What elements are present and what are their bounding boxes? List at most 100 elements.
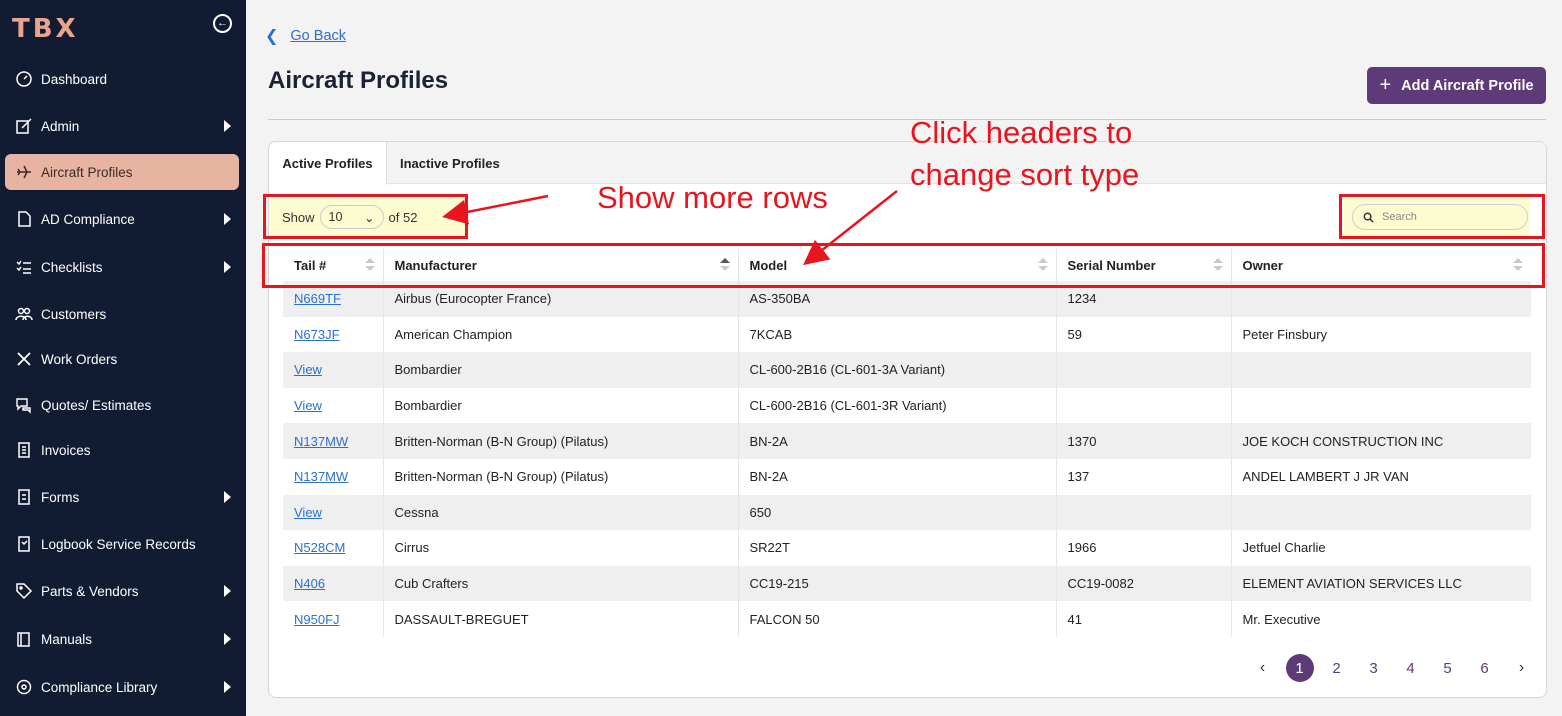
- table-cell: N406: [283, 565, 384, 602]
- sidebar-item-quotes-estimates[interactable]: Quotes/ Estimates: [5, 387, 239, 423]
- table-cell: [1231, 495, 1531, 531]
- caret-right-icon[interactable]: [224, 633, 231, 645]
- table-cell: 1966: [1056, 530, 1232, 566]
- sidebar-item-compliance-library[interactable]: Compliance Library: [5, 669, 239, 705]
- sidebar-item-manuals[interactable]: Manuals: [5, 621, 239, 657]
- sidebar-item-aircraft-profiles[interactable]: Aircraft Profiles: [5, 154, 239, 190]
- sidebar-item-admin[interactable]: Admin: [5, 108, 239, 144]
- table-cell: CC19-215: [738, 565, 1057, 602]
- go-back-link[interactable]: ❮ Go Back: [265, 26, 346, 46]
- sidebar-item-label: Parts & Vendors: [41, 583, 139, 599]
- table-cell: 1370: [1056, 423, 1232, 459]
- table-row[interactable]: View Cessna 650: [283, 494, 1531, 531]
- sidebar-item-label: AD Compliance: [41, 211, 135, 227]
- users-icon: [13, 303, 35, 325]
- tail-number-link[interactable]: N528CM: [294, 540, 345, 555]
- gauge-icon: [13, 68, 35, 90]
- table-row[interactable]: N406 Cub Crafters CC19-215 CC19-0082 ELEMENT…: [283, 565, 1531, 602]
- sidebar-item-invoices[interactable]: Invoices: [5, 432, 239, 468]
- sidebar-item-customers[interactable]: Customers: [5, 296, 239, 332]
- add-aircraft-profile-button[interactable]: + Add Aircraft Profile: [1367, 67, 1546, 104]
- table-cell: Mr. Executive: [1242, 611, 1321, 627]
- pagination-page-3[interactable]: 3: [1360, 654, 1388, 682]
- tail-number-link[interactable]: N950FJ: [294, 612, 340, 627]
- sidebar-item-parts-vendors[interactable]: Parts & Vendors: [5, 573, 239, 609]
- sidebar-item-label: Checklists: [41, 259, 103, 275]
- table-cell: SR22T: [738, 530, 1057, 566]
- sidebar-item-logbook-service-records[interactable]: Logbook Service Records: [5, 526, 239, 562]
- table-cell: [1056, 494, 1232, 531]
- sidebar-item-ad-compliance[interactable]: AD Compliance: [5, 201, 239, 237]
- tab-active-profiles[interactable]: Active Profiles: [269, 142, 387, 185]
- table-cell: Peter Finsbury: [1242, 326, 1328, 342]
- tools-icon: [13, 348, 35, 370]
- table-cell: Britten-Norman (B-N Group) (Pilatus): [383, 423, 739, 459]
- table-row[interactable]: N950FJ DASSAULT-BREGUET FALCON 50 41 Mr. Exe…: [283, 601, 1531, 637]
- app-logo[interactable]: TBX: [12, 14, 79, 44]
- tail-number-link[interactable]: N673JF: [294, 327, 340, 342]
- table-row[interactable]: N673JF American Champion 7KCAB 59 Peter Fins…: [283, 316, 1531, 353]
- sidebar-item-label: Dashboard: [41, 71, 108, 87]
- plane-icon: [13, 161, 35, 183]
- caret-right-icon[interactable]: [224, 213, 231, 225]
- sidebar-item-forms[interactable]: Forms: [5, 479, 239, 515]
- page-title: Aircraft Profiles: [268, 67, 449, 94]
- caret-right-icon[interactable]: [224, 261, 231, 273]
- table-cell: View: [283, 352, 384, 388]
- sidebar-item-label: Manuals: [41, 631, 93, 647]
- table-row[interactable]: N137MW Britten-Norman (B-N Group) (Pilatu…: [283, 423, 1531, 459]
- tail-number-link[interactable]: View: [294, 398, 322, 413]
- table-cell: Bombardier: [383, 352, 739, 388]
- caret-right-icon[interactable]: [224, 491, 231, 503]
- table-cell: CL-600-2B16 (CL-601-3A Variant): [738, 352, 1057, 388]
- tail-number-link[interactable]: N669TF: [294, 291, 341, 306]
- pagination-next-icon[interactable]: ›: [1508, 654, 1536, 682]
- logbook-icon: [13, 533, 35, 555]
- sidebar-item-label: Work Orders: [41, 351, 118, 367]
- annotation-show-more-rows: Show more rows: [597, 180, 828, 215]
- pagination-page-2[interactable]: 2: [1323, 654, 1351, 682]
- tab-inactive-profiles[interactable]: Inactive Profiles: [400, 142, 500, 184]
- invoice-icon: [13, 439, 35, 461]
- book-icon: [13, 628, 35, 650]
- pagination-page-4[interactable]: 4: [1397, 654, 1425, 682]
- table-cell: Bombardier: [383, 387, 739, 424]
- caret-right-icon[interactable]: [224, 681, 231, 693]
- pagination-prev-icon[interactable]: ‹: [1249, 654, 1277, 682]
- table-cell: JOE KOCH CONSTRUCTION INC: [1242, 433, 1444, 449]
- pagination: ‹ 1 2 3 4 5 6 ›: [1244, 654, 1540, 682]
- table-cell: ANDEL LAMBERT J JR VAN: [1242, 469, 1409, 485]
- sidebar-item-label: Compliance Library: [41, 679, 158, 695]
- table-row[interactable]: View Bombardier CL-600-2B16 (CL-601-3R Var…: [283, 387, 1531, 424]
- tail-number-link[interactable]: N137MW: [294, 469, 348, 484]
- annotation-box-search: [1339, 194, 1545, 239]
- pagination-page-5[interactable]: 5: [1434, 654, 1462, 682]
- pagination-page-6[interactable]: 6: [1471, 654, 1499, 682]
- table-cell: N528CM: [283, 530, 384, 566]
- sidebar-item-checklists[interactable]: Checklists: [5, 249, 239, 285]
- sidebar-item-dashboard[interactable]: Dashboard: [5, 61, 239, 97]
- table-cell: 41: [1056, 601, 1232, 637]
- table-cell: [1056, 387, 1232, 424]
- tail-number-link[interactable]: N406: [294, 576, 325, 591]
- caret-right-icon[interactable]: [224, 585, 231, 597]
- table-cell: Jetfuel Charlie: [1242, 540, 1326, 556]
- tag-icon: [13, 580, 35, 602]
- edit-icon: [13, 115, 35, 137]
- table-row[interactable]: N528CM Cirrus SR22T 1966 Jetfuel Charlie: [283, 530, 1531, 566]
- table-row[interactable]: N137MW Britten-Norman (B-N Group) (Pilatu…: [283, 458, 1531, 495]
- tail-number-link[interactable]: View: [294, 362, 322, 377]
- annotation-sort-line-2: change sort type: [910, 157, 1140, 192]
- table-row[interactable]: View Bombardier CL-600-2B16 (CL-601-3A Var…: [283, 352, 1531, 388]
- library-icon: [13, 676, 35, 698]
- collapse-sidebar-icon[interactable]: ←: [213, 14, 232, 33]
- checklist-icon: [13, 256, 35, 278]
- tail-number-link[interactable]: N137MW: [294, 434, 348, 449]
- tail-number-link[interactable]: View: [294, 505, 322, 520]
- table-cell: View: [283, 494, 384, 531]
- annotation-sort-line-1: Click headers to: [910, 115, 1133, 150]
- sidebar-item-label: Quotes/ Estimates: [41, 397, 152, 413]
- caret-right-icon[interactable]: [224, 120, 231, 132]
- pagination-page-1[interactable]: 1: [1285, 654, 1314, 682]
- sidebar-item-work-orders[interactable]: Work Orders: [5, 341, 239, 377]
